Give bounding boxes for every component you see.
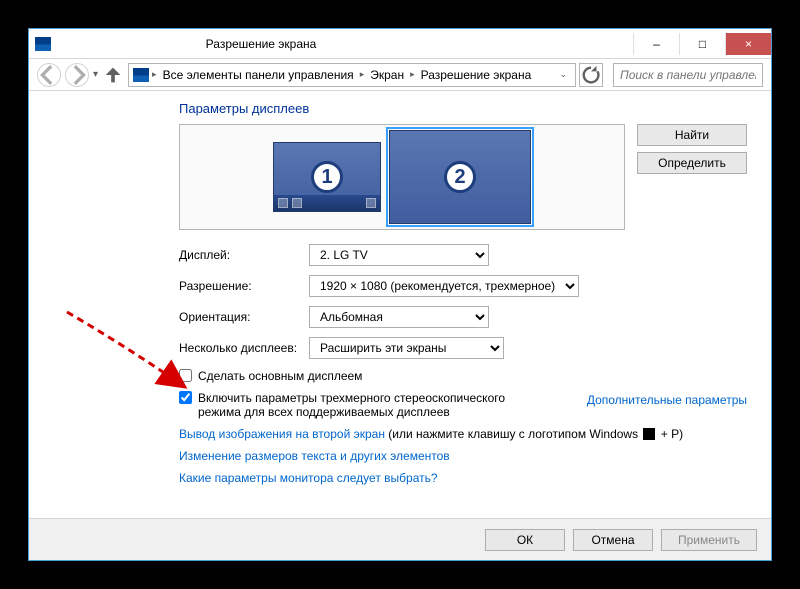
display-select[interactable]: 2. LG TV xyxy=(309,244,489,266)
controlpanel-icon xyxy=(133,68,149,82)
titlebar-buttons: – □ × xyxy=(633,33,771,55)
maximize-button[interactable]: □ xyxy=(679,33,725,55)
second-screen-hint-2: + P) xyxy=(657,427,683,441)
make-primary-label: Сделать основным дисплеем xyxy=(198,369,362,383)
nav-history-dropdown[interactable]: ▾ xyxy=(93,69,98,80)
text-size-link[interactable]: Изменение размеров текста и других элеме… xyxy=(179,449,450,463)
monitor-2[interactable]: 2 xyxy=(389,130,531,224)
refresh-icon xyxy=(580,64,602,86)
stereo-checkbox[interactable] xyxy=(179,391,192,404)
identify-button[interactable]: Определить xyxy=(637,152,747,174)
monitor-help-link[interactable]: Какие параметры монитора следует выбрать… xyxy=(179,471,438,485)
address-bar[interactable]: ▸ Все элементы панели управления ▸ Экран… xyxy=(128,63,576,87)
make-primary-checkbox[interactable] xyxy=(179,369,192,382)
arrow-up-icon xyxy=(102,64,124,86)
display-label: Дисплей: xyxy=(179,248,309,262)
titlebar: Разрешение экрана – □ × xyxy=(29,29,771,59)
content-area: Параметры дисплеев 1 2 Найти Определить … xyxy=(29,91,771,518)
navbar: ▾ ▸ Все элементы панели управления ▸ Экр… xyxy=(29,59,771,91)
refresh-button[interactable] xyxy=(579,63,603,87)
minimize-icon: – xyxy=(653,37,660,51)
multiple-displays-select[interactable]: Расширить эти экраны xyxy=(309,337,504,359)
cancel-button[interactable]: Отмена xyxy=(573,529,653,551)
close-button[interactable]: × xyxy=(725,33,771,55)
dialog-footer: ОК Отмена Применить xyxy=(29,518,771,560)
breadcrumb-2[interactable]: Экран xyxy=(367,68,407,82)
apply-button[interactable]: Применить xyxy=(661,529,757,551)
nav-back-button[interactable] xyxy=(37,63,61,87)
advanced-settings-link[interactable]: Дополнительные параметры xyxy=(587,393,747,407)
monitor-1-taskbar xyxy=(274,195,380,211)
breadcrumb-1[interactable]: Все элементы панели управления xyxy=(160,68,357,82)
chevron-right-icon: ▸ xyxy=(360,69,365,80)
monitor-1[interactable]: 1 xyxy=(273,142,381,212)
screen-resolution-window: Разрешение экрана – □ × ▾ ▸ Все элементы… xyxy=(28,28,772,561)
second-screen-hint-1: (или нажмите клавишу с логотипом Windows xyxy=(385,427,641,441)
resolution-label: Разрешение: xyxy=(179,279,309,293)
stereo-label: Включить параметры трехмерного стереоско… xyxy=(198,391,538,419)
second-screen-link[interactable]: Вывод изображения на второй экран xyxy=(179,427,385,441)
nav-forward-button[interactable] xyxy=(65,63,89,87)
close-icon: × xyxy=(745,37,752,51)
address-dropdown[interactable]: ⌄ xyxy=(555,69,571,80)
ok-button[interactable]: ОК xyxy=(485,529,565,551)
orientation-select[interactable]: Альбомная xyxy=(309,306,489,328)
chevron-right-icon: ▸ xyxy=(152,69,157,80)
windows-key-icon xyxy=(643,428,655,440)
orientation-label: Ориентация: xyxy=(179,310,309,324)
monitor-1-badge: 1 xyxy=(311,161,343,193)
multiple-displays-label: Несколько дисплеев: xyxy=(179,341,309,355)
breadcrumb-3[interactable]: Разрешение экрана xyxy=(418,68,535,82)
maximize-icon: □ xyxy=(699,37,706,51)
resolution-select[interactable]: 1920 × 1080 (рекомендуется, трехмерное) xyxy=(309,275,579,297)
chevron-right-icon: ▸ xyxy=(410,69,415,80)
arrow-right-icon xyxy=(66,64,88,86)
arrow-left-icon xyxy=(38,64,60,86)
search-input[interactable] xyxy=(613,63,763,87)
nav-up-button[interactable] xyxy=(102,64,124,86)
minimize-button[interactable]: – xyxy=(633,33,679,55)
monitor-2-badge: 2 xyxy=(444,161,476,193)
find-button[interactable]: Найти xyxy=(637,124,747,146)
page-title: Параметры дисплеев xyxy=(179,101,747,116)
window-title: Разрешение экрана xyxy=(0,37,633,51)
display-arrangement-box[interactable]: 1 2 xyxy=(179,124,625,230)
